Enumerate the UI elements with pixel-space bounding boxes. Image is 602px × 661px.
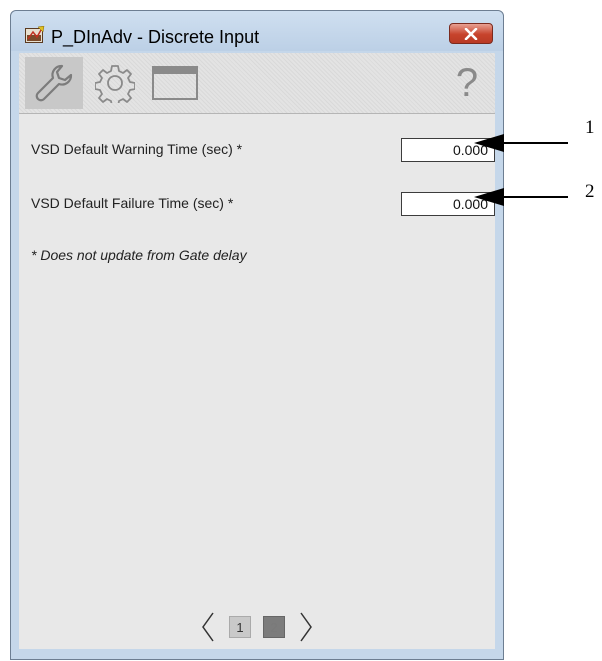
footnote: * Does not update from Gate delay (31, 247, 247, 263)
window-bottom-border (19, 649, 495, 659)
chevron-left-icon[interactable] (199, 610, 217, 644)
toolbar: ? (19, 53, 495, 114)
failure-time-label: VSD Default Failure Time (sec) * (31, 195, 234, 211)
title-bar[interactable]: P_DInAdv - Discrete Input (11, 11, 503, 51)
tab-maintenance[interactable] (25, 57, 83, 109)
page-2-button[interactable]: 2 (263, 616, 285, 638)
help-button[interactable]: ? (447, 57, 487, 109)
close-x-icon (464, 27, 478, 40)
callout-arrow-2 (474, 188, 568, 206)
page-1-button[interactable]: 1 (229, 616, 251, 638)
window-icon (152, 66, 198, 100)
callout-number-1: 1 (585, 117, 595, 138)
tab-faceplate[interactable] (145, 57, 205, 109)
help-icon: ? (455, 61, 479, 105)
page: P_DInAdv - Discrete Input ? VSD Default … (0, 0, 602, 661)
app-icon (25, 26, 45, 43)
tab-engineering[interactable] (87, 57, 143, 109)
pager: 1 2 (19, 609, 495, 645)
callout-arrow-1 (474, 134, 568, 152)
chevron-right-icon[interactable] (297, 610, 315, 644)
warning-time-label: VSD Default Warning Time (sec) * (31, 141, 243, 157)
wrench-icon (35, 64, 73, 102)
content-panel: VSD Default Warning Time (sec) * 0.000 V… (19, 114, 495, 649)
window-title: P_DInAdv - Discrete Input (51, 27, 260, 47)
callout-number-2: 2 (585, 181, 595, 202)
gear-icon (95, 65, 135, 103)
close-button[interactable] (449, 23, 493, 44)
faceplate-window: P_DInAdv - Discrete Input ? VSD Default … (10, 10, 504, 660)
